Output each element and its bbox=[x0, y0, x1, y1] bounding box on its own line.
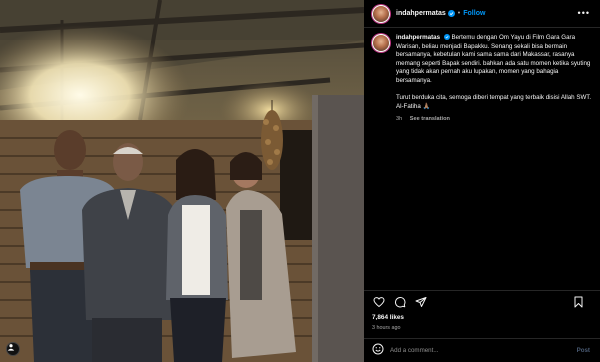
emoji-icon[interactable] bbox=[372, 342, 384, 360]
action-bar bbox=[364, 290, 600, 312]
verified-badge-icon bbox=[443, 34, 450, 40]
comment-icon[interactable] bbox=[393, 295, 407, 309]
dot-separator: • bbox=[457, 10, 461, 17]
caption-text-3: Al-Fatiha 🙏🏽 bbox=[396, 102, 431, 110]
follow-button[interactable]: Follow bbox=[463, 10, 485, 17]
photo-illustration bbox=[0, 0, 364, 362]
see-translation-link[interactable]: See translation bbox=[410, 116, 450, 122]
caption: indahpermatas Bertemu dengan Om Yayu di … bbox=[372, 34, 594, 124]
caption-avatar[interactable] bbox=[372, 34, 390, 52]
verified-badge-icon bbox=[447, 10, 455, 17]
header-username[interactable]: indahpermatas bbox=[396, 10, 446, 17]
post-details-panel: indahpermatas • Follow ••• indahpermatas… bbox=[364, 0, 600, 362]
caption-body: indahpermatas Bertemu dengan Om Yayu di … bbox=[396, 34, 594, 124]
caption-text-1: Bertemu dengan Om Yayu di Film Gara Gara… bbox=[396, 34, 591, 84]
post-timestamp[interactable]: 3 hours ago bbox=[372, 325, 400, 331]
add-comment-bar: Post bbox=[364, 338, 600, 362]
more-options-icon[interactable]: ••• bbox=[578, 8, 590, 18]
post-button[interactable]: Post bbox=[577, 347, 590, 354]
caption-age: 3h bbox=[396, 116, 403, 123]
heart-icon[interactable] bbox=[372, 295, 386, 309]
bookmark-icon[interactable] bbox=[571, 295, 585, 309]
post-photo[interactable] bbox=[0, 0, 364, 362]
comment-input[interactable] bbox=[390, 347, 577, 354]
tagged-users-icon[interactable] bbox=[6, 342, 20, 356]
caption-text-2: Turut berduka cita, semoga diberi tempat… bbox=[396, 94, 592, 102]
caption-meta: 3h See translation bbox=[396, 115, 594, 124]
post-header: indahpermatas • Follow ••• bbox=[364, 0, 600, 28]
likes-count[interactable]: 7,864 likes bbox=[372, 314, 404, 321]
avatar[interactable] bbox=[372, 4, 390, 23]
share-icon[interactable] bbox=[414, 295, 428, 309]
caption-username[interactable]: indahpermatas bbox=[396, 34, 440, 41]
